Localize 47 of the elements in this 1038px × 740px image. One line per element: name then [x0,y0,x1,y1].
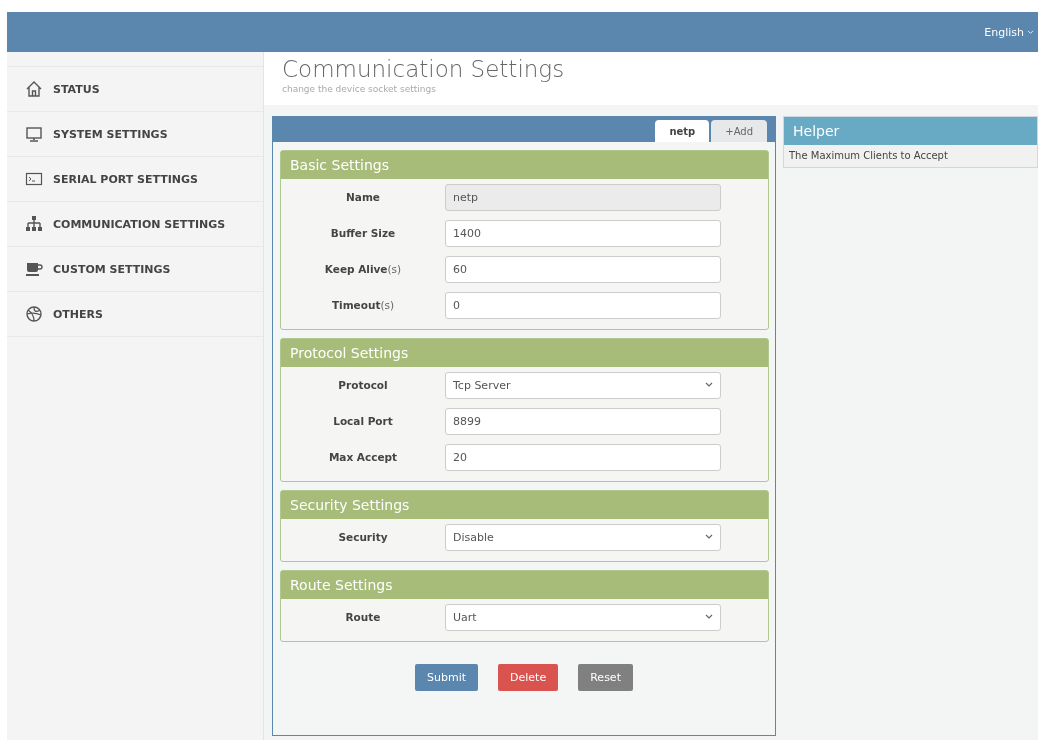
sitemap-icon [25,215,43,233]
reset-button[interactable]: Reset [578,664,633,691]
field-label: Route [344,611,382,623]
house-icon [25,80,43,98]
monitor-icon [25,125,43,143]
ball-icon [25,305,43,323]
page-subtitle: change the device socket settings [282,84,437,94]
dropdown[interactable]: Disable [445,523,721,551]
sidebar-item[interactable]: CUSTOM SETTINGS [7,246,263,291]
input-field[interactable]: 1400 [445,219,721,247]
page-title: Communication Settings [282,56,566,82]
input-field[interactable]: 20 [445,443,721,471]
sidebar-item[interactable]: OTHERS [7,291,263,337]
sidebar-item[interactable]: COMMUNICATION SETTINGS [7,201,263,246]
sidebar-item[interactable]: STATUS [7,66,263,111]
caret-icon [705,534,713,540]
tab[interactable]: +Add [711,120,767,142]
caret-icon [1027,29,1034,35]
sidebar-item[interactable]: SERIAL PORT SETTINGS [7,156,263,201]
helper-title: Helper [784,117,1037,145]
field-label: Keep Alive(s) [323,263,403,275]
input-field[interactable]: 0 [445,291,721,319]
caret-icon [705,382,713,388]
field-label: Local Port [332,415,394,427]
field-label: Protocol [337,379,389,391]
input-field[interactable]: 8899 [445,407,721,435]
field-label: Timeout(s) [330,299,396,311]
sidebar-item[interactable]: SYSTEM SETTINGS [7,111,263,156]
section-title: Basic Settings [281,151,768,179]
terminal-icon [25,170,43,188]
field-label: Max Accept [327,451,399,463]
field-label: Name [345,191,381,203]
input-field[interactable]: 60 [445,255,721,283]
caret-icon [705,614,713,620]
cup-icon [25,260,43,278]
submit-button[interactable]: Submit [415,664,479,691]
delete-button[interactable]: Delete [498,664,559,691]
section-title: Protocol Settings [281,339,768,367]
section-title: Route Settings [281,571,768,599]
tab[interactable]: netp [655,120,710,142]
dropdown[interactable]: Uart [445,603,721,631]
field-label: Buffer Size [329,227,397,239]
language-selector[interactable]: English [984,25,1024,39]
field-label: Security [337,531,389,543]
dropdown[interactable]: Tcp Server [445,371,721,399]
helper-text: The Maximum Clients to Accept [788,149,949,163]
section-title: Security Settings [281,491,768,519]
